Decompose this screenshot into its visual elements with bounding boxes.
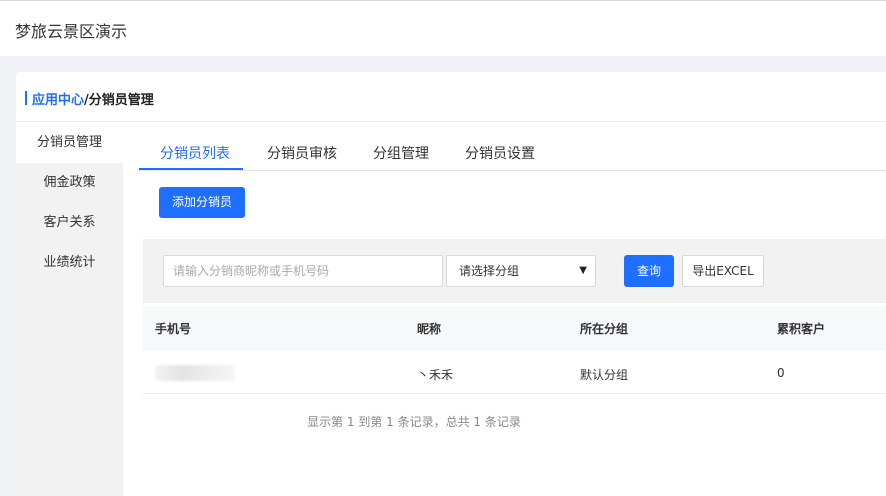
breadcrumb-current: 分销员管理 [88, 93, 154, 108]
sidebar-item-distributor-management[interactable]: 分销员管理 [16, 123, 123, 163]
sidebar-item-performance-stats[interactable]: 业绩统计 [16, 243, 123, 283]
export-excel-button[interactable]: 导出EXCEL [682, 255, 764, 287]
blurred-phone-number [155, 365, 235, 381]
tab-distributor-list[interactable]: 分销员列表 [160, 143, 230, 163]
main-panel: 应用中心/分销员管理 分销员管理 佣金政策 客户关系 业绩统计 分销员列表 分销… [16, 72, 886, 496]
pagination-info: 显示第 1 到第 1 条记录，总共 1 条记录 [307, 415, 521, 429]
cell-nickname: 丶禾禾 [417, 368, 454, 382]
header-nickname: 昵称 [417, 322, 442, 336]
group-select-value: 请选择分组 [459, 264, 520, 278]
table-header: 手机号 昵称 所在分组 累积客户 [143, 306, 886, 351]
search-input[interactable]: 请输入分销商昵称或手机号码 [163, 255, 443, 287]
breadcrumb-accent-bar [25, 91, 27, 105]
breadcrumb: 应用中心/分销员管理 [16, 72, 886, 122]
tab-distributor-settings[interactable]: 分销员设置 [465, 143, 535, 163]
header-phone: 手机号 [155, 322, 192, 336]
header-customers: 累积客户 [777, 322, 826, 336]
breadcrumb-link-app-center[interactable]: 应用中心 [32, 93, 84, 108]
sidebar: 分销员管理 佣金政策 客户关系 业绩统计 [16, 123, 123, 496]
top-bar: 梦旅云景区演示 [0, 0, 886, 56]
app-title: 梦旅云景区演示 [15, 22, 128, 41]
sidebar-item-customer-relations[interactable]: 客户关系 [16, 203, 123, 243]
filter-bar: 请输入分销商昵称或手机号码 请选择分组 ▼ 查询 导出EXCEL [143, 239, 886, 303]
cell-customers: 0 [777, 366, 785, 380]
table-row[interactable]: 丶禾禾 默认分组 0 [143, 351, 886, 394]
header-group: 所在分组 [580, 322, 629, 336]
add-distributor-button[interactable]: 添加分销员 [159, 187, 245, 218]
query-button[interactable]: 查询 [624, 255, 674, 287]
active-tab-underline [139, 168, 243, 170]
tab-group-management[interactable]: 分组管理 [373, 143, 429, 163]
sidebar-item-commission-policy[interactable]: 佣金政策 [16, 163, 123, 203]
tab-bar: 分销员列表 分销员审核 分组管理 分销员设置 [139, 123, 886, 171]
cell-group: 默认分组 [580, 368, 629, 382]
group-select[interactable]: 请选择分组 ▼ [446, 255, 596, 287]
tab-distributor-review[interactable]: 分销员审核 [267, 143, 337, 163]
caret-down-icon: ▼ [579, 265, 587, 276]
